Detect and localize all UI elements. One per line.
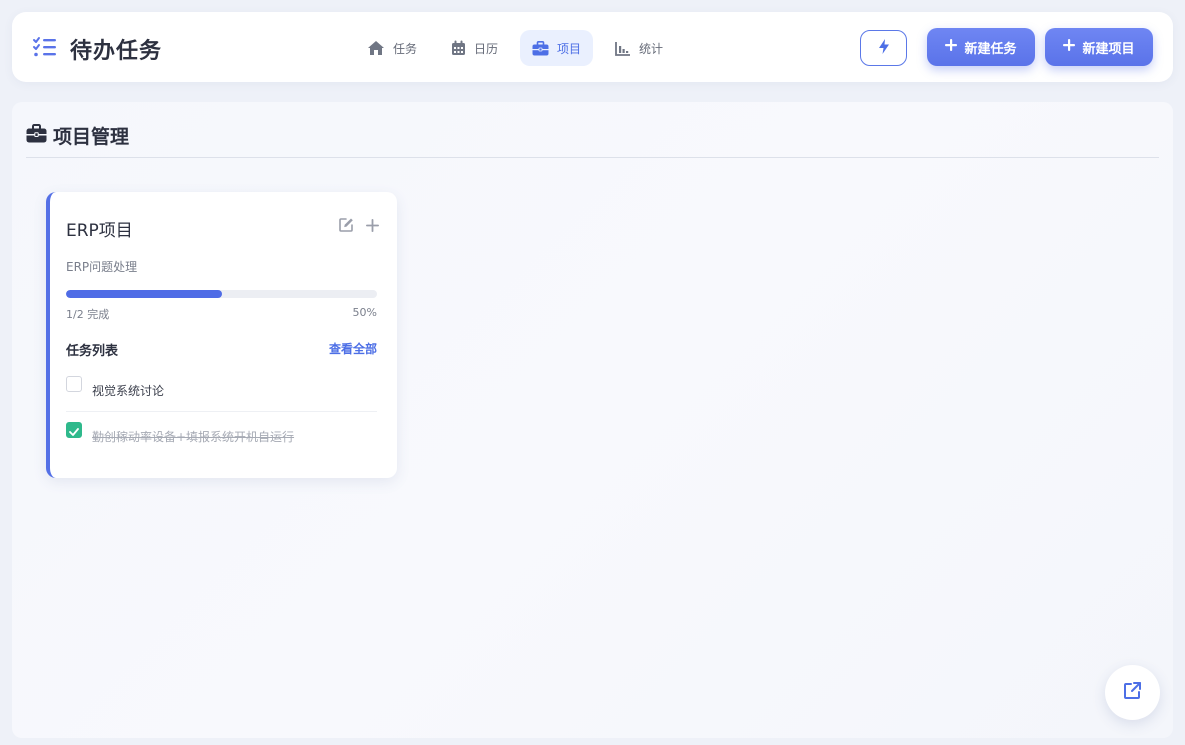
project-card-actions [339, 217, 379, 236]
briefcase-icon [532, 40, 549, 56]
checkmark-icon [69, 421, 79, 440]
section-divider [26, 157, 1159, 158]
nav-tab-label: 项目 [557, 41, 582, 56]
main-content: 项目管理 ERP项目 ERP问题处理 1/2 完成 50% 任务列表 查看全部 … [12, 102, 1173, 738]
calendar-icon [451, 40, 466, 56]
nav-tab-statistics[interactable]: 统计 [603, 30, 675, 66]
plus-icon [945, 39, 958, 55]
brand: 待办任务 [32, 33, 162, 65]
section-header: 项目管理 [26, 122, 129, 149]
nav-tab-label: 日历 [474, 41, 499, 56]
view-all-link[interactable]: 查看全部 [329, 340, 377, 357]
bolt-icon [878, 38, 889, 58]
project-description: ERP问题处理 [66, 260, 138, 274]
new-task-label: 新建任务 [964, 41, 1017, 57]
main-nav: 任务 日历 项目 统计 [355, 30, 675, 66]
task-title: 勤创稼动率设备+填报系统开机自运行 [92, 430, 295, 444]
project-name: ERP项目 [66, 221, 133, 241]
new-task-button[interactable]: 新建任务 [927, 28, 1035, 66]
task-checkbox[interactable] [66, 422, 82, 438]
open-external-button[interactable] [1105, 665, 1160, 720]
page-title: 项目管理 [53, 126, 130, 148]
task-list-heading: 任务列表 [66, 344, 119, 359]
nav-tab-label: 统计 [639, 41, 664, 56]
plus-icon [1063, 39, 1076, 55]
project-progress-bar [66, 290, 377, 298]
new-project-label: 新建项目 [1082, 41, 1135, 57]
project-card[interactable]: ERP项目 ERP问题处理 1/2 完成 50% 任务列表 查看全部 视觉系统讨… [46, 192, 397, 478]
task-item[interactable]: 视觉系统讨论 [66, 375, 377, 412]
briefcase-icon [26, 123, 47, 148]
progress-count: 1/2 完成 [66, 308, 110, 321]
nav-tab-calendar[interactable]: 日历 [439, 30, 510, 66]
nav-tab-tasks[interactable]: 任务 [355, 30, 429, 66]
nav-tab-projects[interactable]: 项目 [520, 30, 594, 66]
progress-percent: 50% [352, 306, 377, 319]
edit-icon[interactable] [339, 217, 354, 236]
external-link-icon [1123, 681, 1142, 704]
task-item[interactable]: 勤创稼动率设备+填报系统开机自运行 [66, 421, 377, 445]
bar-chart-icon [615, 41, 631, 56]
task-title: 视觉系统讨论 [92, 384, 165, 398]
app-title: 待办任务 [70, 39, 163, 64]
progress-bar-fill [66, 290, 222, 298]
add-task-icon[interactable] [366, 217, 379, 236]
nav-tab-label: 任务 [393, 41, 418, 56]
new-project-button[interactable]: 新建项目 [1045, 28, 1153, 66]
top-navigation-bar: 待办任务 任务 日历 项目 统计 新建任务 新建项目 [12, 12, 1173, 82]
quick-action-button[interactable] [860, 30, 907, 66]
task-checkbox[interactable] [66, 376, 82, 392]
home-icon [367, 40, 385, 56]
task-list-icon [32, 36, 58, 62]
